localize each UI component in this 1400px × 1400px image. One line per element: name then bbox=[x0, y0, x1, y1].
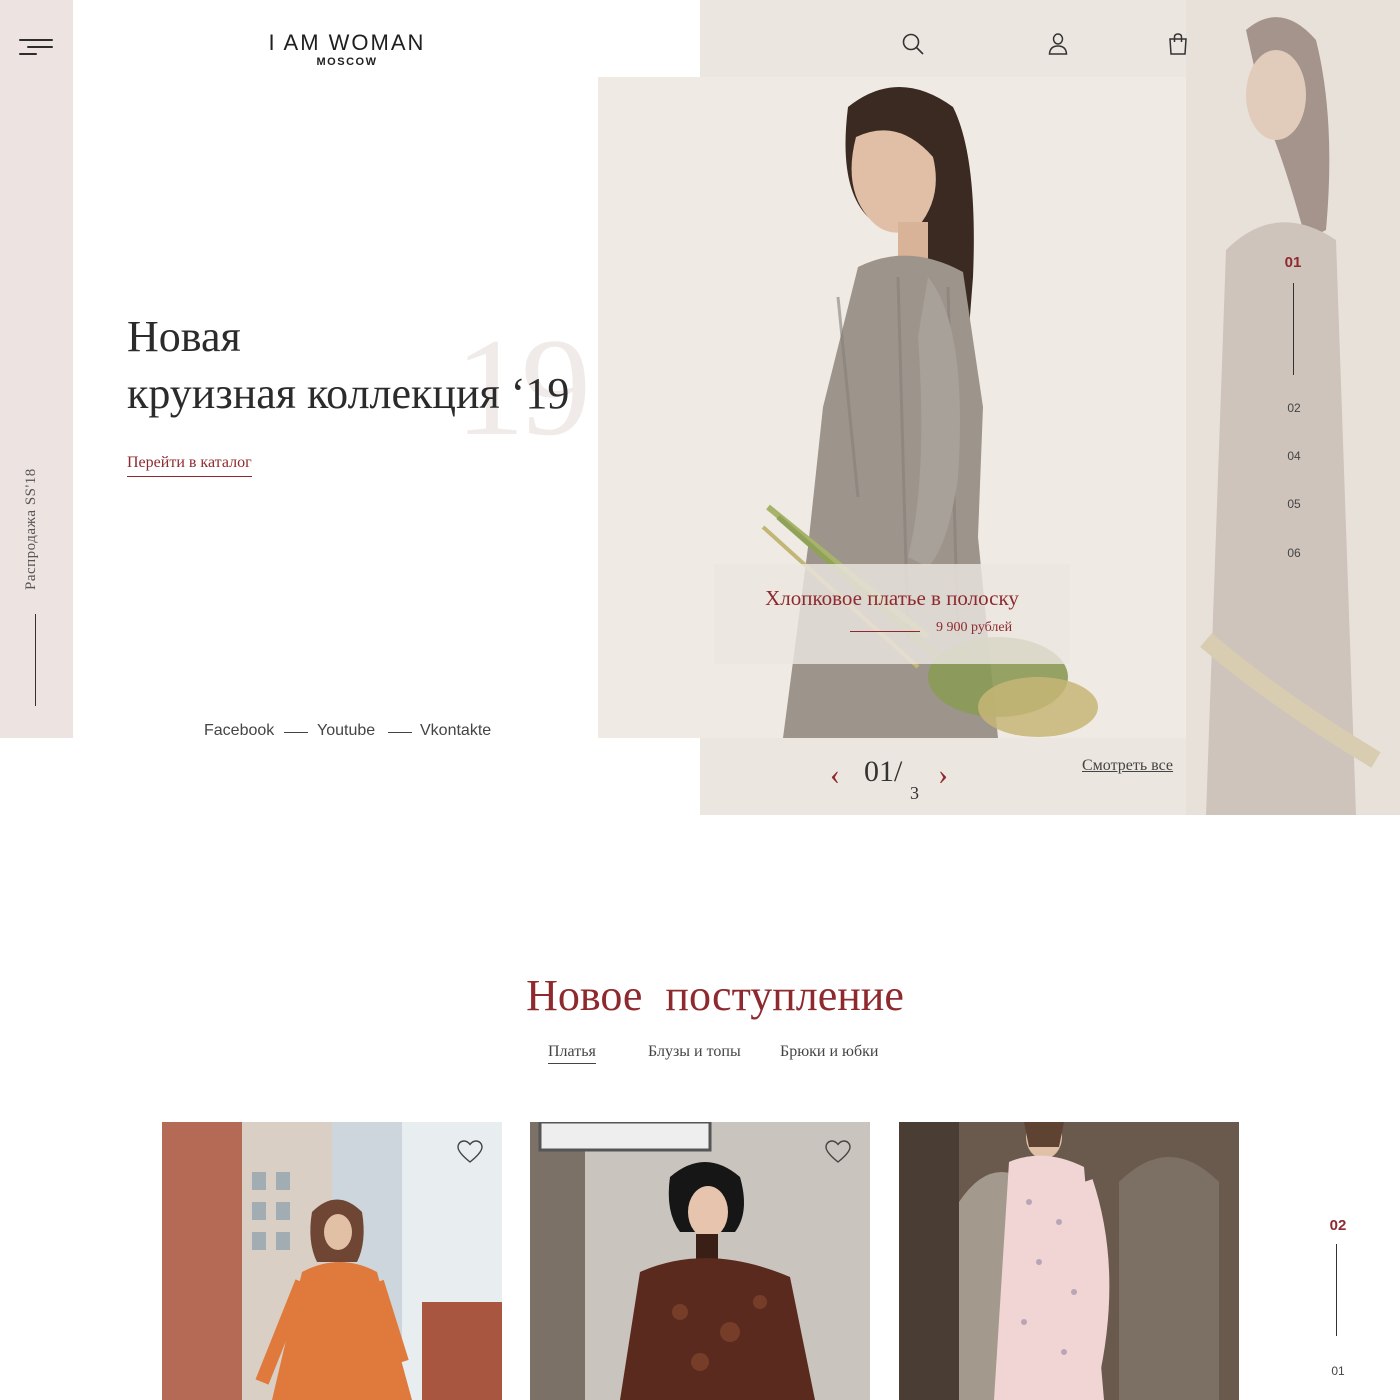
slide-number-active[interactable]: 01 bbox=[1273, 254, 1313, 271]
pager-progress-line bbox=[1336, 1244, 1337, 1336]
social-facebook-link[interactable]: Facebook bbox=[204, 722, 274, 740]
brand-city: MOSCOW bbox=[316, 56, 378, 68]
product-info-card[interactable] bbox=[714, 564, 1070, 664]
tab-trousers-skirts[interactable]: Брюки и юбки bbox=[780, 1043, 878, 1061]
slide-number[interactable]: 06 bbox=[1274, 546, 1314, 560]
slide-progress-line bbox=[1293, 283, 1294, 375]
social-separator bbox=[284, 732, 308, 733]
pager-number[interactable]: 01 bbox=[1318, 1364, 1358, 1378]
slide-number[interactable]: 05 bbox=[1274, 497, 1314, 511]
sale-link[interactable]: Распродажа SS'18 bbox=[23, 468, 40, 590]
product-card[interactable] bbox=[162, 1122, 502, 1400]
pager-current: 01/ bbox=[864, 755, 903, 788]
slide-number[interactable]: 02 bbox=[1274, 401, 1314, 415]
social-youtube-link[interactable]: Youtube bbox=[317, 722, 375, 740]
product-card[interactable] bbox=[899, 1122, 1239, 1400]
prev-arrow-icon[interactable]: ‹ bbox=[830, 760, 840, 790]
product-name[interactable]: Хлопковое платье в полоску bbox=[714, 586, 1070, 611]
product-divider bbox=[850, 631, 920, 632]
product-card[interactable] bbox=[530, 1122, 870, 1400]
hero-title-line1: Новая bbox=[127, 312, 241, 361]
pager-total: 3 bbox=[910, 783, 919, 803]
pager-number-active[interactable]: 02 bbox=[1318, 1217, 1358, 1234]
hero-title: Новая круизная коллекция ‘19 bbox=[127, 308, 569, 422]
social-separator bbox=[388, 732, 412, 733]
brand-logo[interactable]: I AM WOMAN bbox=[247, 30, 447, 56]
bag-icon[interactable] bbox=[1166, 32, 1190, 56]
catalog-link[interactable]: Перейти в каталог bbox=[127, 454, 252, 477]
user-icon[interactable] bbox=[1046, 32, 1070, 56]
product-price: 9 900 рублей bbox=[936, 620, 1013, 635]
search-icon[interactable] bbox=[901, 32, 925, 56]
slide-number[interactable]: 04 bbox=[1274, 449, 1314, 463]
heart-icon[interactable] bbox=[824, 1139, 852, 1165]
heart-icon[interactable] bbox=[456, 1139, 484, 1165]
new-arrivals-title: Новое поступление bbox=[526, 971, 904, 1020]
menu-icon[interactable] bbox=[19, 36, 55, 56]
left-sidebar bbox=[0, 0, 73, 738]
sidebar-divider bbox=[35, 614, 36, 706]
tab-dresses[interactable]: Платья bbox=[548, 1043, 596, 1064]
next-arrow-icon[interactable]: › bbox=[938, 760, 948, 790]
tab-blouses-tops[interactable]: Блузы и топы bbox=[648, 1043, 741, 1061]
hero-title-line2: круизная коллекция ‘19 bbox=[127, 369, 570, 418]
view-all-link[interactable]: Смотреть все bbox=[1082, 757, 1173, 775]
social-vkontakte-link[interactable]: Vkontakte bbox=[420, 722, 491, 740]
